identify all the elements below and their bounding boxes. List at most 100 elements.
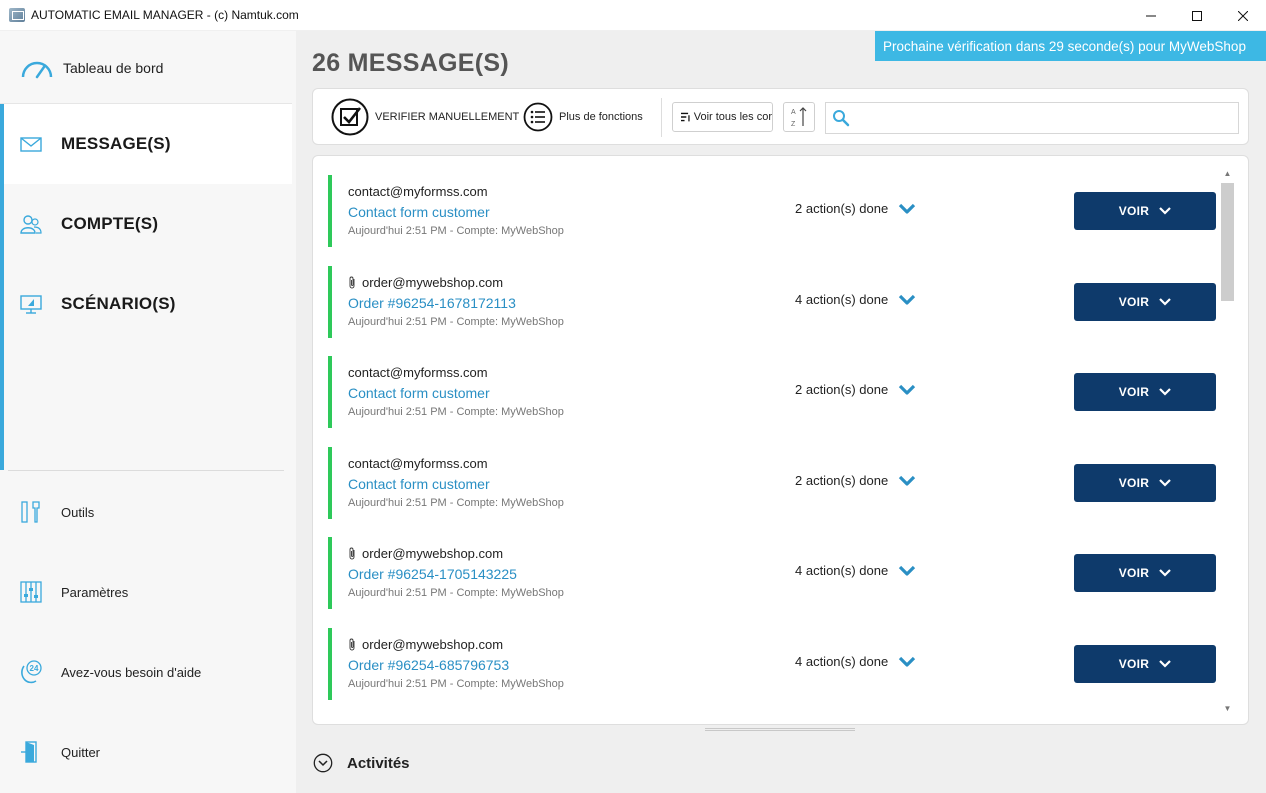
- scroll-down-arrow-icon[interactable]: ▼: [1222, 703, 1233, 714]
- tools-icon: [21, 501, 40, 523]
- view-button-label: VOIR: [1118, 657, 1150, 671]
- support-24-icon: 24: [21, 660, 42, 684]
- window-title: AUTOMATIC EMAIL MANAGER - (c) Namtuk.com: [31, 8, 299, 22]
- actions-count: 4 action(s) done: [795, 563, 889, 578]
- sidebar-item-dashboard[interactable]: Tableau de bord: [0, 31, 292, 104]
- chevron-down-icon: [899, 656, 916, 667]
- message-meta: Aujourd'hui 2:51 PM - Compte: MyWebShop: [348, 225, 564, 237]
- close-button[interactable]: [1220, 0, 1266, 31]
- list-item[interactable]: order@mywebshop.com Order #96254-17051432…: [328, 537, 1216, 609]
- message-meta: Aujourd'hui 2:51 PM - Compte: MyWebShop: [348, 678, 564, 690]
- check-circle-icon: [331, 98, 369, 136]
- message-meta: Aujourd'hui 2:51 PM - Compte: MyWebShop: [348, 406, 564, 418]
- sender-email: contact@myformss.com: [348, 365, 488, 380]
- view-button[interactable]: VOIR: [1074, 283, 1216, 321]
- view-button-label: VOIR: [1118, 566, 1150, 580]
- actions-summary[interactable]: 2 action(s) done: [795, 201, 916, 216]
- status-bar: [328, 175, 332, 247]
- sidebar-item-accounts[interactable]: COMPTE(S): [4, 184, 292, 264]
- message-subject[interactable]: Contact form customer: [348, 476, 490, 492]
- message-subject[interactable]: Order #96254-1678172113: [348, 295, 516, 311]
- actions-count: 4 action(s) done: [795, 654, 889, 669]
- next-check-notice: Prochaine vérification dans 29 seconde(s…: [875, 31, 1266, 61]
- view-all-button[interactable]: Voir tous les cor: [672, 102, 773, 132]
- view-button[interactable]: VOIR: [1074, 373, 1216, 411]
- exit-door-icon: [21, 741, 37, 763]
- message-subject[interactable]: Contact form customer: [348, 204, 490, 220]
- actions-summary[interactable]: 4 action(s) done: [795, 563, 916, 578]
- view-all-label: Voir tous les cor: [693, 111, 772, 123]
- actions-summary[interactable]: 2 action(s) done: [795, 382, 916, 397]
- minimize-button[interactable]: [1128, 0, 1174, 31]
- verify-manually-button[interactable]: VERIFIER MANUELLEMENT: [331, 98, 519, 136]
- message-meta: Aujourd'hui 2:51 PM - Compte: MyWebShop: [348, 316, 564, 328]
- list-item[interactable]: order@mywebshop.com Order #96254-16781721…: [328, 266, 1216, 338]
- maximize-icon: [1192, 10, 1202, 21]
- actions-summary[interactable]: 4 action(s) done: [795, 654, 916, 669]
- scrollbar-thumb[interactable]: [1221, 183, 1234, 301]
- activities-label: Activités: [347, 754, 410, 772]
- view-button[interactable]: VOIR: [1074, 192, 1216, 230]
- status-bar: [328, 356, 332, 428]
- paperclip-icon: [349, 638, 355, 651]
- sidebar-item-scenarios[interactable]: SCÉNARIO(S): [4, 264, 292, 344]
- message-sender: order@mywebshop.com: [348, 546, 503, 561]
- message-meta: Aujourd'hui 2:51 PM - Compte: MyWebShop: [348, 587, 564, 599]
- view-button-label: VOIR: [1118, 385, 1150, 399]
- message-sender: contact@myformss.com: [348, 456, 488, 471]
- scroll-up-arrow-icon[interactable]: ▲: [1222, 168, 1233, 179]
- sidebar-item-messages[interactable]: MESSAGE(S): [4, 104, 292, 184]
- vertical-scrollbar[interactable]: ▲ ▼: [1219, 165, 1236, 717]
- sort-button[interactable]: A Z: [783, 102, 815, 132]
- message-subject[interactable]: Order #96254-1705143225: [348, 566, 517, 582]
- chevron-down-icon: [1159, 479, 1172, 487]
- search-icon: [833, 110, 850, 127]
- actions-count: 2 action(s) done: [795, 382, 889, 397]
- sidebar-item-quit[interactable]: Quitter: [0, 722, 292, 782]
- sidebar-item-help[interactable]: 24 Avez-vous besoin d'aide: [0, 642, 292, 702]
- sidebar-item-tools[interactable]: Outils: [0, 482, 292, 542]
- sidebar-item-label: Outils: [61, 504, 95, 520]
- sidebar-item-settings[interactable]: Paramètres: [0, 562, 292, 622]
- sidebar-item-label: Avez-vous besoin d'aide: [61, 664, 202, 680]
- view-button[interactable]: VOIR: [1074, 645, 1216, 683]
- list-item[interactable]: order@mywebshop.com Order #96254-68579675…: [328, 628, 1216, 700]
- message-sender: contact@myformss.com: [348, 365, 488, 380]
- paperclip-icon: [349, 276, 355, 289]
- actions-summary[interactable]: 2 action(s) done: [795, 473, 916, 488]
- message-sender: order@mywebshop.com: [348, 637, 503, 652]
- list-item[interactable]: contact@myformss.com Contact form custome…: [328, 356, 1216, 428]
- sidebar-item-label: Paramètres: [61, 584, 129, 600]
- close-icon: [1238, 10, 1248, 21]
- status-bar: [328, 266, 332, 338]
- view-button-label: VOIR: [1118, 476, 1150, 490]
- users-icon: [20, 215, 42, 234]
- view-button[interactable]: VOIR: [1074, 464, 1216, 502]
- actions-count: 2 action(s) done: [795, 201, 889, 216]
- panel-splitter[interactable]: [705, 728, 855, 731]
- list-item[interactable]: contact@myformss.com Contact form custome…: [328, 447, 1216, 519]
- app-icon: [9, 8, 25, 22]
- view-button[interactable]: VOIR: [1074, 554, 1216, 592]
- svg-text:A: A: [791, 109, 796, 116]
- chevron-down-icon: [899, 384, 916, 395]
- message-subject[interactable]: Order #96254-685796753: [348, 657, 509, 673]
- actions-summary[interactable]: 4 action(s) done: [795, 292, 916, 307]
- actions-count: 2 action(s) done: [795, 473, 889, 488]
- sender-email: contact@myformss.com: [348, 184, 488, 199]
- chevron-down-circle-icon: [313, 753, 333, 773]
- message-list: contact@myformss.com Contact form custome…: [312, 155, 1249, 725]
- chevron-down-icon: [1159, 660, 1172, 668]
- list-item[interactable]: contact@myformss.com Contact form custome…: [328, 175, 1216, 247]
- chevron-down-icon: [1159, 569, 1172, 577]
- page-title: 26 MESSAGE(S): [312, 49, 510, 77]
- view-button-label: VOIR: [1118, 204, 1150, 218]
- message-subject[interactable]: Contact form customer: [348, 385, 490, 401]
- actions-count: 4 action(s) done: [795, 292, 889, 307]
- title-bar: AUTOMATIC EMAIL MANAGER - (c) Namtuk.com: [0, 0, 1266, 31]
- activities-toggle[interactable]: Activités: [313, 753, 410, 773]
- search-input[interactable]: [856, 106, 1231, 130]
- chevron-down-icon: [1159, 207, 1172, 215]
- more-functions-button[interactable]: Plus de fonctions: [523, 102, 643, 132]
- maximize-button[interactable]: [1174, 0, 1220, 31]
